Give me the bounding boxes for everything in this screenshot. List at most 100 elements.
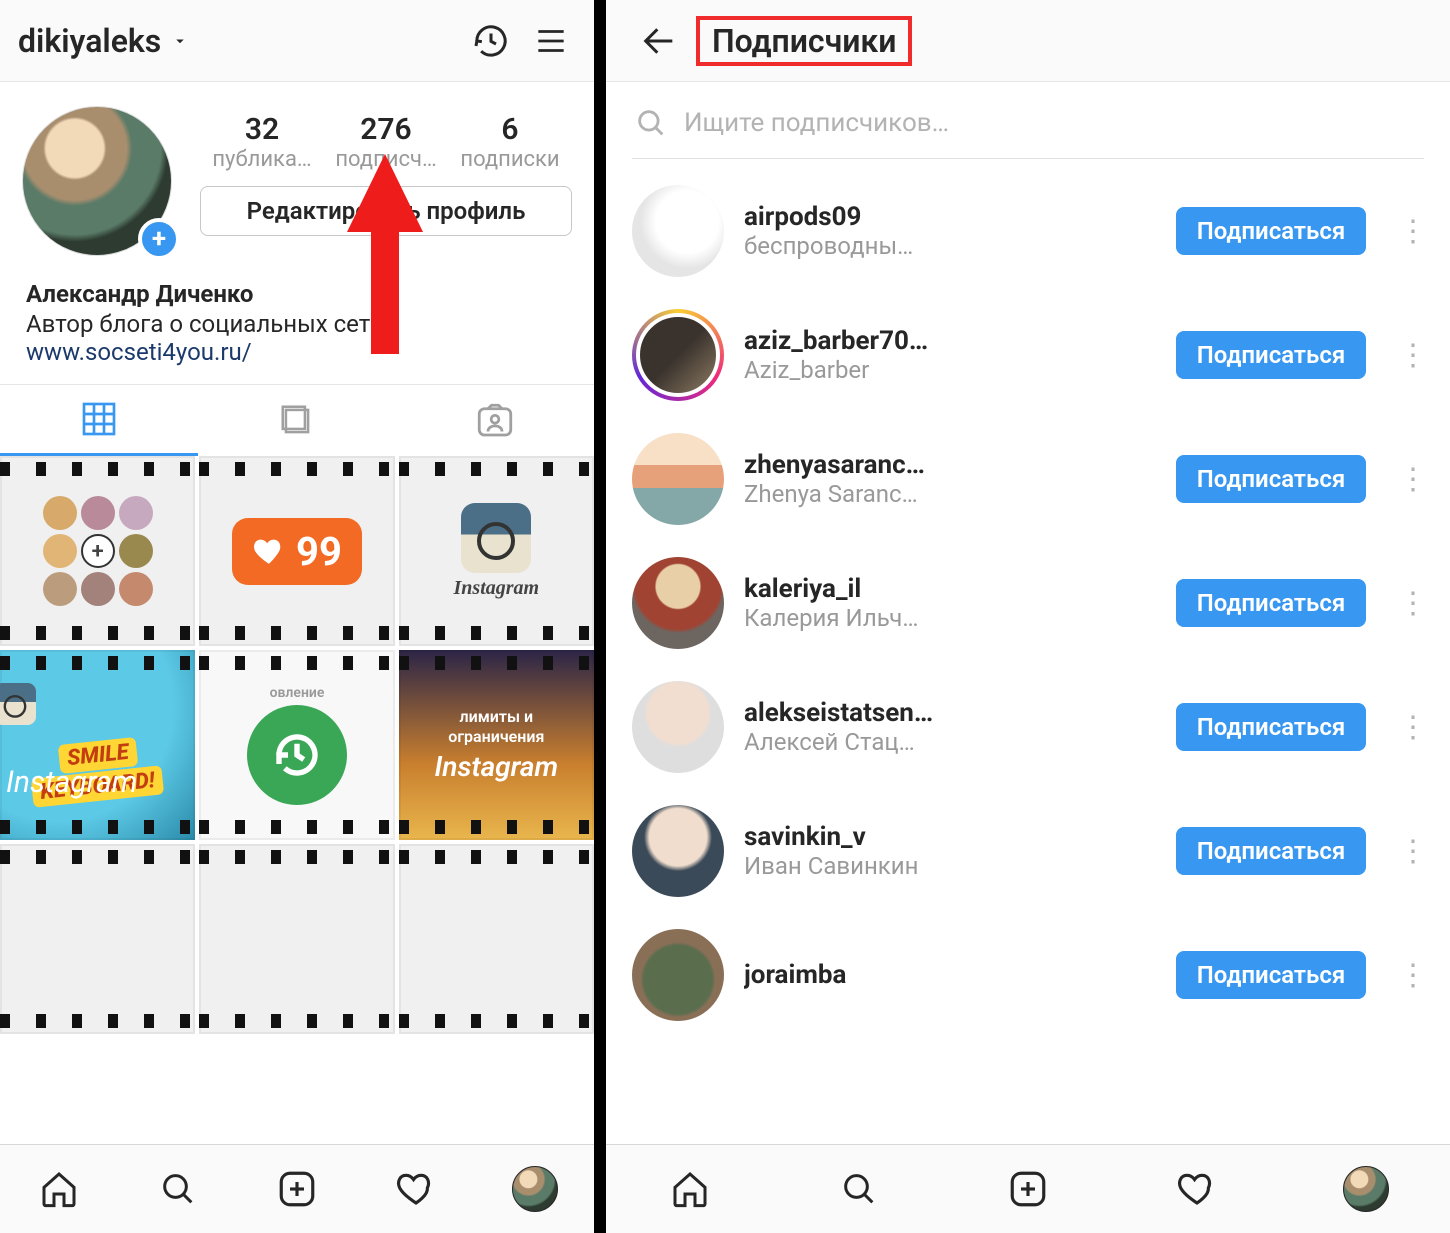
- bio-text: Автор блога о социальных сетях: [26, 310, 568, 338]
- grid-icon: [79, 399, 119, 439]
- profile-topbar: dikiyaleks: [0, 0, 594, 82]
- profile-tabs: [0, 384, 594, 456]
- tagged-icon: [474, 400, 516, 442]
- stat-following-label: подписки: [448, 147, 572, 172]
- more-options-icon[interactable]: ⋮: [1386, 834, 1430, 869]
- follower-info: kaleriya_ilКалерия Ильч…: [744, 574, 1156, 632]
- bottom-nav: [606, 1144, 1450, 1233]
- add-story-icon[interactable]: +: [138, 218, 180, 260]
- nav-activity[interactable]: [392, 1165, 440, 1213]
- nav-activity[interactable]: [1173, 1165, 1221, 1213]
- tab-grid[interactable]: [0, 385, 198, 456]
- bio-name: Александр Диченко: [26, 280, 568, 308]
- follower-displayname: Иван Савинкин: [744, 852, 1156, 880]
- stat-following[interactable]: 6 подписки: [448, 112, 572, 172]
- tab-feed[interactable]: [198, 385, 396, 456]
- instagram-logo-icon: [461, 503, 531, 573]
- stat-posts[interactable]: 32 публика…: [200, 112, 324, 172]
- search-followers-input[interactable]: Ищите подписчиков…: [632, 100, 1424, 159]
- profile-avatar[interactable]: +: [22, 106, 182, 266]
- nav-profile[interactable]: [1342, 1165, 1390, 1213]
- follower-row[interactable]: airpods09беспроводны…Подписаться⋮: [606, 169, 1450, 293]
- search-icon: [634, 106, 668, 140]
- bottom-nav: [0, 1144, 594, 1233]
- follower-displayname: беспроводны…: [744, 232, 1156, 260]
- nav-add[interactable]: [1004, 1165, 1052, 1213]
- post-thumb[interactable]: [399, 844, 594, 1034]
- follower-username: kaleriya_il: [744, 574, 1156, 604]
- more-options-icon[interactable]: ⋮: [1386, 586, 1430, 621]
- follower-username: savinkin_v: [744, 822, 1156, 852]
- more-options-icon[interactable]: ⋮: [1386, 214, 1430, 249]
- follower-row[interactable]: alekseistatsen…Алексей Стац… Подписаться ⋮: [606, 665, 1450, 789]
- more-options-icon[interactable]: ⋮: [1386, 958, 1430, 993]
- follower-avatar[interactable]: [632, 681, 724, 773]
- follower-info: aziz_barber70…Aziz_barber: [744, 326, 1156, 384]
- follow-button[interactable]: Подписаться: [1176, 951, 1366, 999]
- bio-link[interactable]: www.socseti4you.ru/: [26, 338, 568, 366]
- back-arrow-icon: [639, 21, 679, 61]
- follow-button[interactable]: Подписаться: [1176, 455, 1366, 503]
- follower-avatar[interactable]: [632, 557, 724, 649]
- follower-row[interactable]: zhenyasaranc…Zhenya Saranc… Подписаться ⋮: [606, 417, 1450, 541]
- follower-username: joraimba: [744, 960, 1156, 990]
- instagram-script: Instagram: [435, 750, 559, 783]
- menu-icon[interactable]: [526, 16, 576, 66]
- follow-button[interactable]: Подписаться: [1176, 579, 1366, 627]
- archive-icon[interactable]: [466, 16, 516, 66]
- post-thumb[interactable]: овление: [199, 650, 394, 840]
- follower-avatar[interactable]: [632, 433, 724, 525]
- follower-info: savinkin_vИван Савинкин: [744, 822, 1156, 880]
- post-thumb[interactable]: [0, 844, 195, 1034]
- tab-tagged[interactable]: [396, 385, 594, 456]
- add-post-icon: [276, 1168, 318, 1210]
- follower-displayname: Калерия Ильч…: [744, 604, 1156, 632]
- nav-avatar-icon: [1343, 1166, 1389, 1212]
- follow-button[interactable]: Подписаться: [1176, 207, 1366, 255]
- follower-avatar[interactable]: [632, 929, 724, 1021]
- more-options-icon[interactable]: ⋮: [1386, 338, 1430, 373]
- profile-header: + 32 публика… 276 подписч… 6 подписки: [0, 82, 594, 274]
- follower-row[interactable]: kaleriya_ilКалерия Ильч… Подписаться ⋮: [606, 541, 1450, 665]
- post-thumb[interactable]: [199, 844, 394, 1034]
- nav-search[interactable]: [154, 1165, 202, 1213]
- post-thumb[interactable]: 99: [199, 456, 394, 646]
- follower-info: zhenyasaranc…Zhenya Saranc…: [744, 450, 1156, 508]
- follower-row[interactable]: joraimba Подписаться ⋮: [606, 913, 1450, 1037]
- follower-avatar[interactable]: [632, 805, 724, 897]
- follower-displayname: Алексей Стац…: [744, 728, 1156, 756]
- instagram-text: Instagram: [454, 577, 540, 600]
- follower-username: aziz_barber70…: [744, 326, 1156, 356]
- nav-home[interactable]: [666, 1165, 714, 1213]
- username-dropdown[interactable]: dikiyaleks: [18, 22, 189, 60]
- like-badge: 99: [232, 518, 362, 585]
- follower-row[interactable]: savinkin_vИван Савинкин Подписаться ⋮: [606, 789, 1450, 913]
- restore-icon: [247, 705, 347, 805]
- follower-avatar[interactable]: [632, 309, 724, 401]
- follower-info: alekseistatsen…Алексей Стац…: [744, 698, 1156, 756]
- post-thumb[interactable]: +: [0, 456, 195, 646]
- more-options-icon[interactable]: ⋮: [1386, 462, 1430, 497]
- follower-username: zhenyasaranc…: [744, 450, 1156, 480]
- heart-outline-icon: [1176, 1168, 1218, 1210]
- followers-pane: Подписчики Ищите подписчиков… airpods09б…: [606, 0, 1450, 1233]
- follow-button[interactable]: Подписаться: [1176, 703, 1366, 751]
- follow-button[interactable]: Подписаться: [1176, 827, 1366, 875]
- nav-profile[interactable]: [511, 1165, 559, 1213]
- follower-avatar[interactable]: [632, 185, 724, 277]
- search-icon: [158, 1169, 198, 1209]
- follower-row[interactable]: aziz_barber70…Aziz_barber Подписаться ⋮: [606, 293, 1450, 417]
- follow-button[interactable]: Подписаться: [1176, 331, 1366, 379]
- more-options-icon[interactable]: ⋮: [1386, 710, 1430, 745]
- back-button[interactable]: [634, 16, 684, 66]
- search-placeholder: Ищите подписчиков…: [684, 108, 949, 138]
- stat-followers[interactable]: 276 подписч…: [324, 112, 448, 172]
- post-thumb[interactable]: лимиты иограничения Instagram: [399, 650, 594, 840]
- post-thumb[interactable]: Instagram: [399, 456, 594, 646]
- post-thumb[interactable]: SMILE KEYBOARD! Instagram: [0, 650, 195, 840]
- follower-list[interactable]: airpods09беспроводны…Подписаться⋮aziz_ba…: [606, 169, 1450, 1144]
- nav-home[interactable]: [35, 1165, 83, 1213]
- edit-profile-button[interactable]: Редактировать профиль: [200, 186, 572, 236]
- nav-search[interactable]: [835, 1165, 883, 1213]
- nav-add[interactable]: [273, 1165, 321, 1213]
